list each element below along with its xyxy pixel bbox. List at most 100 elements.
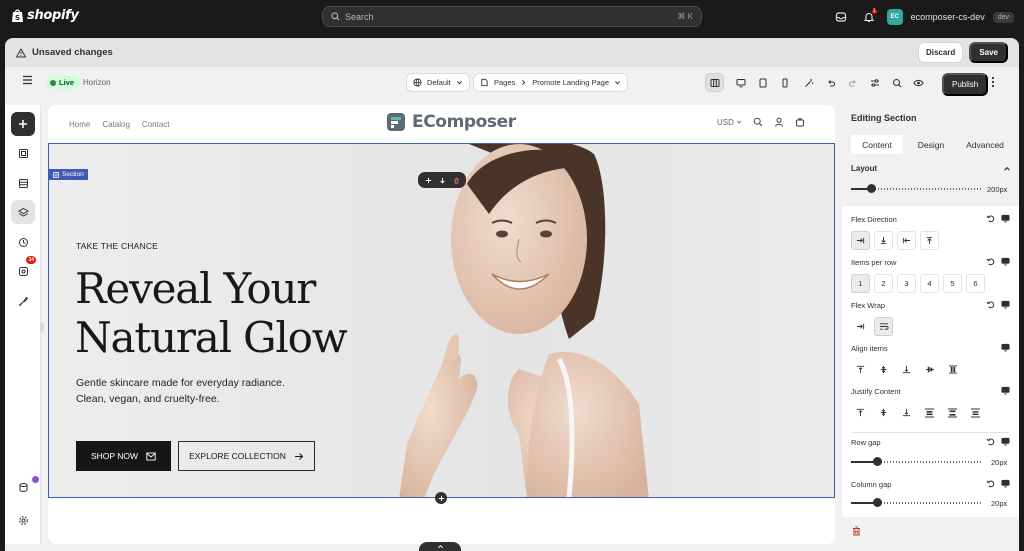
bottom-panel-handle[interactable] [419, 542, 461, 551]
slider-knob[interactable] [873, 498, 882, 507]
discard-button[interactable]: Discard [917, 42, 964, 63]
undo-icon[interactable] [821, 73, 840, 92]
layout-blocks-icon[interactable] [11, 171, 35, 195]
nav-link-contact[interactable]: Contact [142, 120, 170, 129]
settings-gear-icon[interactable] [11, 508, 35, 532]
align-end-icon[interactable] [897, 360, 916, 379]
magic-wand-icon[interactable] [799, 73, 818, 92]
store-search-icon[interactable] [753, 117, 763, 127]
reset-icon[interactable] [986, 214, 995, 223]
inbox-icon[interactable] [831, 7, 851, 27]
tab-advanced[interactable]: Advanced [959, 135, 1011, 154]
slider-knob[interactable] [866, 184, 876, 193]
flex-wrap-options [851, 317, 893, 336]
store-avatar[interactable]: EC [886, 9, 903, 25]
layout-width-slider[interactable]: 200px [851, 184, 1007, 194]
reset-icon[interactable] [986, 479, 995, 488]
items-per-row-option[interactable]: 4 [920, 274, 939, 293]
reset-icon[interactable] [986, 257, 995, 266]
desktop-icon[interactable] [731, 73, 750, 92]
shop-now-button[interactable]: SHOP NOW [76, 441, 171, 471]
items-per-row-option[interactable]: 3 [897, 274, 916, 293]
delete-section-trash-icon[interactable] [852, 526, 861, 536]
sections-icon[interactable] [11, 141, 35, 165]
align-stretch-icon[interactable] [920, 360, 939, 379]
direction-row-icon[interactable] [851, 231, 870, 250]
template-selector[interactable]: Default [406, 73, 470, 92]
slider-knob[interactable] [873, 457, 882, 466]
currency-selector[interactable]: USD [717, 118, 742, 127]
justify-center-icon[interactable] [874, 403, 893, 422]
column-gap-slider[interactable]: 20px [851, 498, 1007, 508]
layers-icon[interactable] [11, 200, 35, 224]
align-baseline-icon[interactable] [943, 360, 962, 379]
row-gap-slider[interactable]: 20px [851, 457, 1007, 467]
justify-start-icon[interactable] [851, 403, 870, 422]
notifications-bell-icon[interactable]: 1 [859, 7, 879, 27]
responsive-device-icon[interactable] [1001, 437, 1010, 446]
reset-icon[interactable] [986, 300, 995, 309]
move-down-icon[interactable] [439, 177, 446, 184]
more-options-icon[interactable] [991, 76, 995, 88]
preview-eye-icon[interactable] [909, 73, 928, 92]
page-breadcrumb[interactable]: Pages Promote Landing Page [473, 73, 629, 92]
responsive-device-icon[interactable] [1001, 386, 1010, 395]
menu-icon[interactable] [22, 75, 33, 85]
align-center-icon[interactable] [874, 360, 893, 379]
settings-sliders-icon[interactable] [865, 73, 884, 92]
rail-collapse-handle[interactable] [40, 322, 44, 332]
tab-design[interactable]: Design [905, 135, 957, 154]
add-section-button[interactable] [435, 492, 447, 504]
redo-icon[interactable] [843, 73, 862, 92]
responsive-device-icon[interactable] [1001, 214, 1010, 223]
layout-toggle-icon[interactable] [705, 73, 724, 92]
tab-content[interactable]: Content [851, 135, 903, 154]
search-bar[interactable]: Search ⌘ K [322, 6, 702, 27]
items-per-row-option[interactable]: 6 [966, 274, 985, 293]
direction-column-reverse-icon[interactable] [920, 231, 939, 250]
publish-button[interactable]: Publish [942, 73, 989, 96]
responsive-device-icon[interactable] [1001, 300, 1010, 309]
cart-icon[interactable] [795, 117, 805, 127]
inspect-icon[interactable] [887, 73, 906, 92]
nowrap-icon[interactable] [851, 317, 870, 336]
responsive-device-icon[interactable] [1001, 257, 1010, 266]
nav-link-catalog[interactable]: Catalog [102, 120, 130, 129]
explore-collection-button[interactable]: EXPLORE COLLECTION [178, 441, 315, 471]
save-button[interactable]: Save [969, 42, 1008, 63]
direction-column-icon[interactable] [874, 231, 893, 250]
brush-icon[interactable] [11, 289, 35, 313]
nav-link-home[interactable]: Home [69, 120, 90, 129]
database-icon[interactable] [11, 475, 35, 499]
store-brand[interactable]: EComposer [386, 112, 516, 132]
justify-space-evenly-icon[interactable] [966, 403, 985, 422]
tablet-icon[interactable] [753, 73, 772, 92]
store-name[interactable]: ecomposer-cs-dev [911, 12, 985, 22]
justify-space-around-icon[interactable] [943, 403, 962, 422]
slider-track [851, 457, 981, 466]
add-element-button[interactable] [11, 112, 35, 136]
responsive-device-icon[interactable] [1001, 479, 1010, 488]
justify-space-between-icon[interactable] [920, 403, 939, 422]
delete-section-icon[interactable] [453, 177, 460, 184]
add-icon[interactable] [425, 177, 432, 184]
mobile-icon[interactable] [775, 73, 794, 92]
direction-row-reverse-icon[interactable] [897, 231, 916, 250]
items-per-row-option[interactable]: 5 [943, 274, 962, 293]
history-clock-icon[interactable] [11, 230, 35, 254]
account-icon[interactable] [774, 117, 784, 127]
wrap-icon[interactable] [874, 317, 893, 336]
hero-subheading-line-1: Gentle skincare made for everyday radian… [76, 377, 285, 389]
hero-section[interactable]: Section TAKE THE CHANCE Reveal Your Natu… [48, 143, 835, 498]
align-start-icon[interactable] [851, 360, 870, 379]
items-per-row-option[interactable]: 2 [874, 274, 893, 293]
layout-group-header[interactable]: Layout [851, 164, 1011, 173]
reset-icon[interactable] [986, 437, 995, 446]
shopify-logo[interactable]: S shopify [11, 8, 79, 23]
warning-icon [16, 48, 26, 57]
justify-end-icon[interactable] [897, 403, 916, 422]
responsive-device-icon[interactable] [1001, 343, 1010, 352]
section-tag[interactable]: Section [49, 169, 88, 180]
apps-icon[interactable]: 34 [11, 256, 36, 283]
items-per-row-option[interactable]: 1 [851, 274, 870, 293]
